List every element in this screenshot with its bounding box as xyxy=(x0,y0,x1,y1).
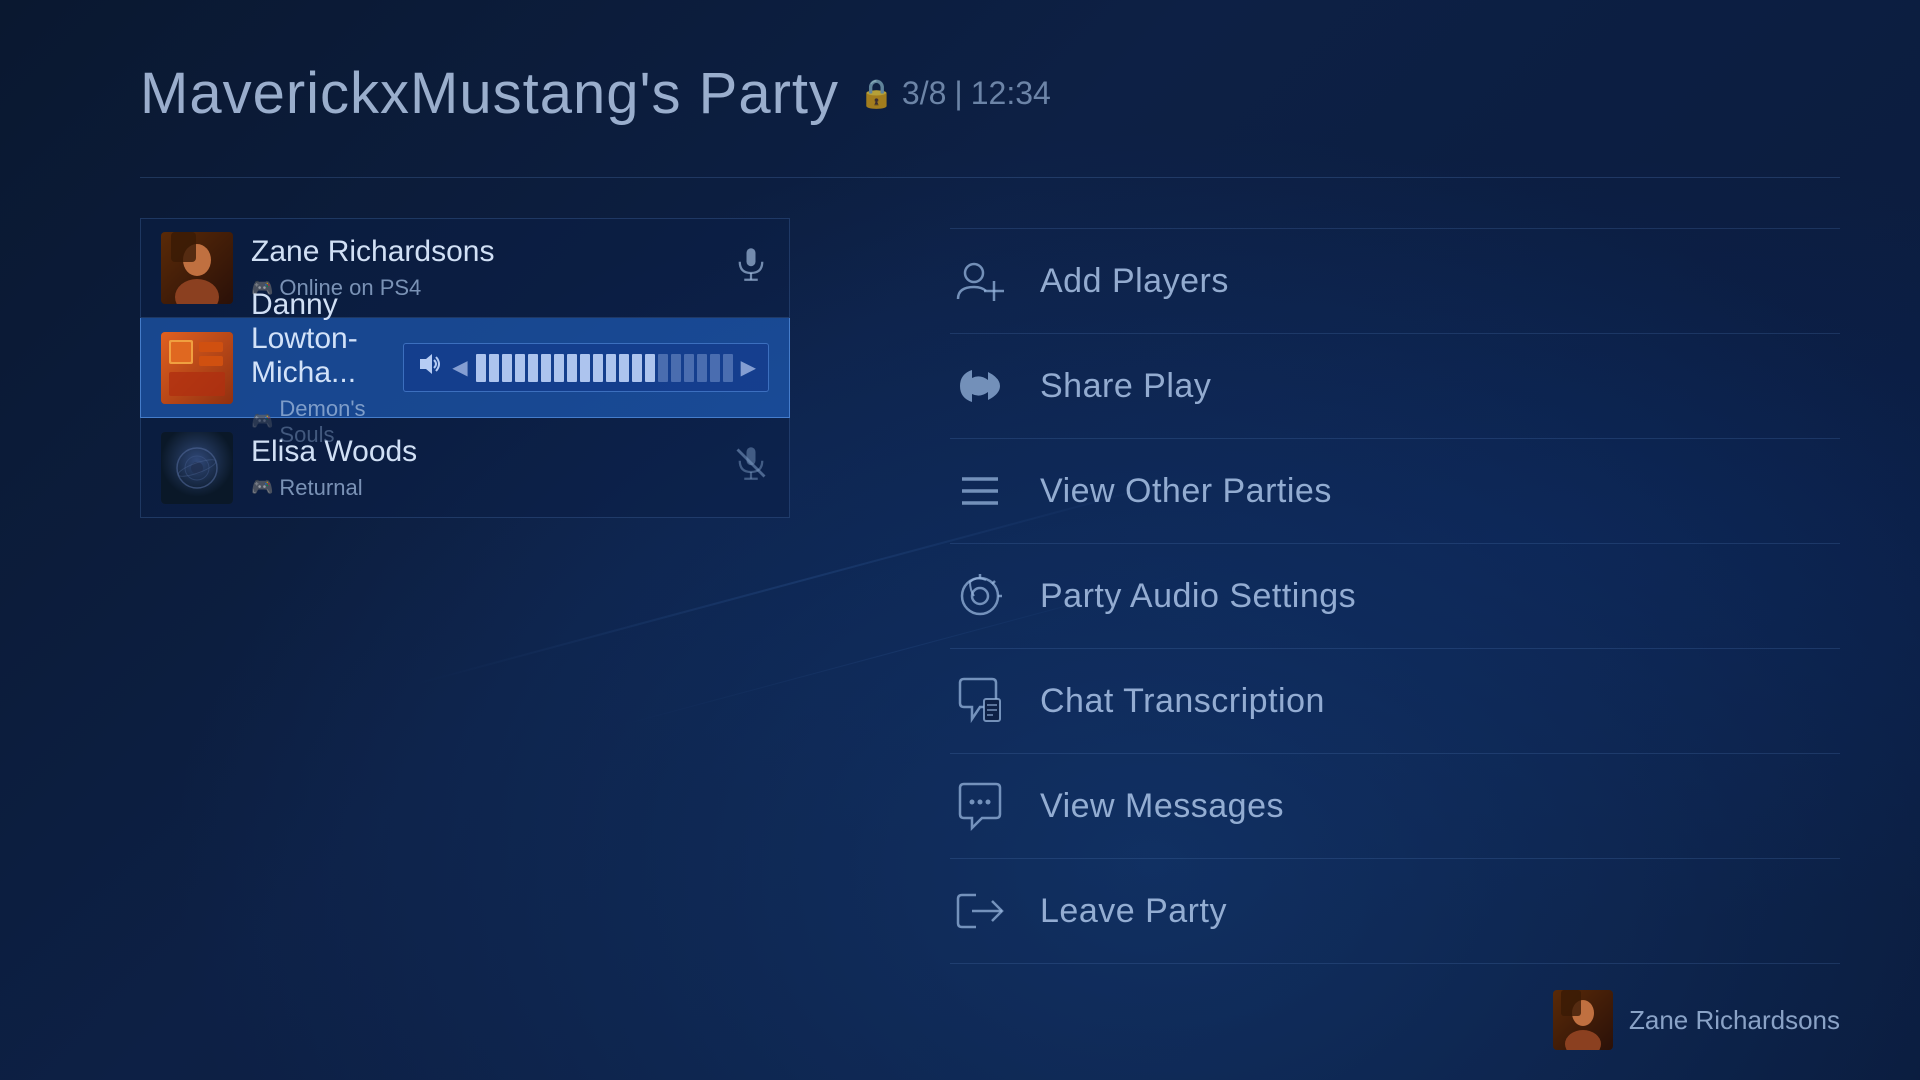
menu-item-view-other-parties[interactable]: View Other Parties xyxy=(950,439,1840,544)
menu-label-add-players: Add Players xyxy=(1040,262,1229,301)
bottom-bar: Zane Richardsons xyxy=(1553,990,1840,1050)
vol-seg-5 xyxy=(528,354,538,382)
vol-seg-8 xyxy=(567,354,577,382)
share-play-icon xyxy=(950,356,1010,416)
messages-icon xyxy=(950,776,1010,836)
vol-seg-18 xyxy=(697,354,707,382)
menu-label-view-other-parties: View Other Parties xyxy=(1040,472,1332,511)
menu-label-chat-transcription: Chat Transcription xyxy=(1040,682,1325,721)
vol-seg-9 xyxy=(580,354,590,382)
member-status-elisa: 🎮 Returnal xyxy=(251,475,733,501)
member-list: Zane Richardsons 🎮 Online on PS4 xyxy=(140,218,790,1040)
menu-label-party-audio-settings: Party Audio Settings xyxy=(1040,577,1356,616)
leave-icon xyxy=(950,881,1010,941)
lock-icon: 🔒 xyxy=(859,77,894,110)
vol-seg-10 xyxy=(593,354,603,382)
party-meta: 🔒 3/8 | 12:34 xyxy=(859,75,1051,112)
avatar-zane xyxy=(161,232,233,304)
vol-right-arrow[interactable]: ▶ xyxy=(741,355,756,380)
menu-label-view-messages: View Messages xyxy=(1040,787,1284,826)
page-container: MaverickxMustang's Party 🔒 3/8 | 12:34 xyxy=(0,0,1920,1080)
vol-seg-16 xyxy=(671,354,681,382)
member-count: 3/8 xyxy=(902,75,946,112)
vol-left-arrow[interactable]: ◀ xyxy=(452,355,467,380)
separator: | xyxy=(954,75,962,112)
menu-item-view-messages[interactable]: View Messages xyxy=(950,754,1840,859)
member-name-zane: Zane Richardsons xyxy=(251,235,733,269)
chat-transcription-icon xyxy=(950,671,1010,731)
vol-seg-13 xyxy=(632,354,642,382)
vol-speaker-icon xyxy=(416,350,444,385)
member-item-danny[interactable]: Danny Lowton-Micha... 🎮 Demon's Souls xyxy=(140,318,790,418)
member-info-elisa: Elisa Woods 🎮 Returnal xyxy=(251,435,733,501)
vol-seg-4 xyxy=(515,354,525,382)
member-item-zane[interactable]: Zane Richardsons 🎮 Online on PS4 xyxy=(140,218,790,318)
avatar-elisa xyxy=(161,432,233,504)
menu-panel: Add Players Share Play xyxy=(790,218,1840,1040)
vol-seg-3 xyxy=(502,354,512,382)
vol-seg-2 xyxy=(489,354,499,382)
vol-seg-12 xyxy=(619,354,629,382)
mic-icon-zane xyxy=(733,246,769,291)
party-time: 12:34 xyxy=(971,75,1051,112)
vol-seg-19 xyxy=(710,354,720,382)
list-icon xyxy=(950,461,1010,521)
vol-seg-20 xyxy=(723,354,733,382)
menu-item-leave-party[interactable]: Leave Party xyxy=(950,859,1840,964)
avatar-danny xyxy=(161,332,233,404)
vol-seg-15 xyxy=(658,354,668,382)
bottom-avatar xyxy=(1553,990,1613,1050)
member-item-elisa[interactable]: Elisa Woods 🎮 Returnal xyxy=(140,418,790,518)
vol-seg-17 xyxy=(684,354,694,382)
vol-seg-14 xyxy=(645,354,655,382)
member-name-elisa: Elisa Woods xyxy=(251,435,733,469)
vol-seg-1 xyxy=(476,354,486,382)
add-player-icon xyxy=(950,251,1010,311)
bottom-username: Zane Richardsons xyxy=(1629,1005,1840,1036)
menu-item-share-play[interactable]: Share Play xyxy=(950,334,1840,439)
party-title: MaverickxMustang's Party xyxy=(140,60,839,127)
vol-seg-7 xyxy=(554,354,564,382)
menu-item-party-audio-settings[interactable]: Party Audio Settings xyxy=(950,544,1840,649)
member-name-danny: Danny Lowton-Micha... xyxy=(251,288,403,390)
vol-bars xyxy=(476,354,733,382)
main-layout: Zane Richardsons 🎮 Online on PS4 xyxy=(140,218,1840,1040)
mute-icon-elisa xyxy=(733,445,769,490)
menu-item-chat-transcription[interactable]: Chat Transcription xyxy=(950,649,1840,754)
volume-bar-danny: ◀ xyxy=(403,343,769,392)
controller-icon-elisa: 🎮 xyxy=(251,477,273,498)
audio-settings-icon xyxy=(950,566,1010,626)
title-bar: MaverickxMustang's Party 🔒 3/8 | 12:34 xyxy=(140,60,1840,127)
menu-label-leave-party: Leave Party xyxy=(1040,892,1227,931)
title-divider xyxy=(140,177,1840,178)
vol-seg-6 xyxy=(541,354,551,382)
menu-label-share-play: Share Play xyxy=(1040,367,1211,406)
menu-item-add-players[interactable]: Add Players xyxy=(950,228,1840,334)
vol-seg-11 xyxy=(606,354,616,382)
